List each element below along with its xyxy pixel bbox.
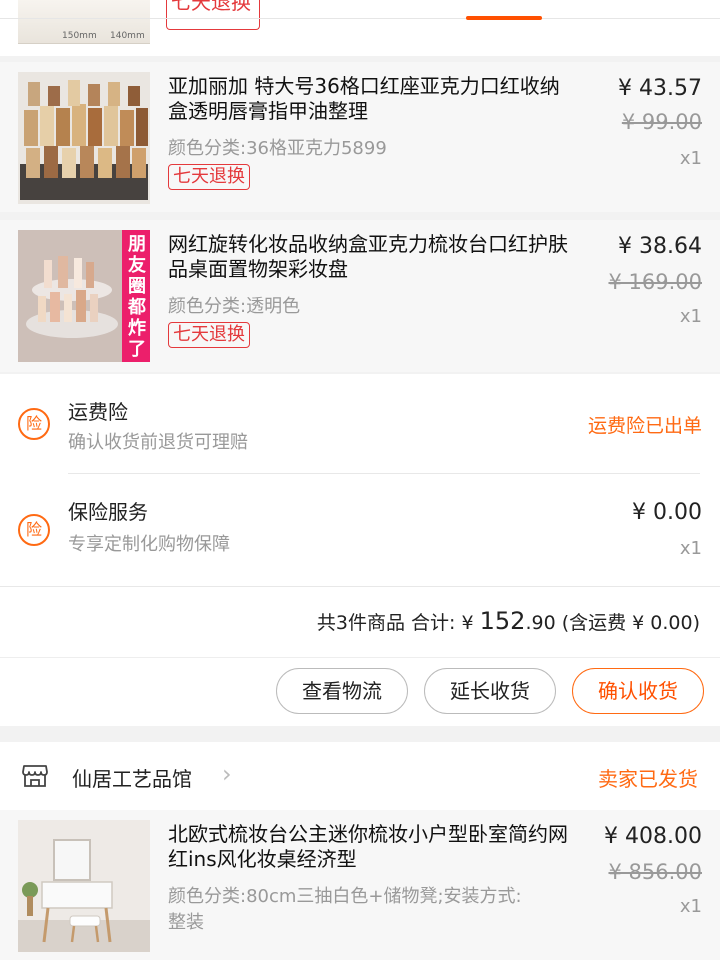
seven-day-return-tag: 七天退换 [168,164,250,190]
product-spec: 整装 [168,912,204,933]
insurance-service-subtitle: 专享定制化购物保障 [68,534,230,555]
extend-receipt-button[interactable]: 延长收货 [424,668,556,714]
tab-divider [0,18,720,19]
product-price: ¥ 408.00 [604,824,702,849]
product-quantity: x1 [679,148,702,169]
product-spec: 颜色分类:36格亚克力5899 [168,138,387,159]
product-title[interactable]: 北欧式梳妆台公主迷你梳妆小户型卧室简约网红ins风化妆桌经济型 [168,822,578,872]
product-original-price: ¥ 169.00 [608,270,702,294]
total-integer: 152 [479,607,526,635]
divider [68,473,700,474]
product-title[interactable]: 网红旋转化妆品收纳盒亚克力梳妆台口红护肤品桌面置物架彩妆盘 [168,232,578,282]
order-total: 共3件商品 合计: ¥ 152.90 (含运费 ¥ 0.00) [317,607,700,635]
previous-item-strip: 150mm 140mm 七天退换 [0,0,720,56]
insurance-icon: 险 [18,514,50,546]
summary-count-label: 共3件商品 合计: ¥ [316,612,480,634]
store-icon [22,765,48,787]
insurance-quantity: x1 [679,538,702,559]
store-header[interactable]: 仙居工艺品馆 › 卖家已发货 [0,742,720,810]
active-tab-indicator [466,16,542,20]
product-thumbnail-partial[interactable]: 150mm 140mm [18,0,150,44]
product-quantity: x1 [679,896,702,917]
shipping-fee: (含运费 ¥ 0.00) [555,612,700,634]
order-item[interactable]: 亚加丽加 特大号36格口红座亚克力口红收纳盒透明唇膏指甲油整理 颜色分类:36格… [0,62,720,212]
insurance-icon: 险 [18,408,50,440]
shipping-insurance-status[interactable]: 运费险已出单 [588,411,702,438]
product-price: ¥ 38.64 [618,234,702,259]
image-banner-text: 朋友圈都炸了 [128,234,146,360]
order-item[interactable]: 朋友圈都炸了 网红旋转化妆品收纳盒亚克力梳妆台口红护肤品桌面置物架彩妆盘 颜色分… [0,220,720,372]
view-logistics-button[interactable]: 查看物流 [276,668,408,714]
services-section: 险 运费险 确认收货前退货可理赔 运费险已出单 险 保险服务 专享定制化购物保障… [0,374,720,586]
order-item[interactable]: 北欧式梳妆台公主迷你梳妆小户型卧室简约网红ins风化妆桌经济型 颜色分类:80c… [0,810,720,960]
dimension-label: 140mm [110,31,145,41]
divider [0,657,720,658]
product-spec: 颜色分类:透明色 [168,296,301,317]
product-image[interactable] [18,820,150,952]
product-original-price: ¥ 856.00 [608,860,702,884]
order-status: 卖家已发货 [598,767,698,791]
product-quantity: x1 [679,306,702,327]
seven-day-return-tag: 七天退换 [168,322,250,348]
product-price: ¥ 43.57 [618,76,702,101]
shipping-insurance-title[interactable]: 运费险 [68,396,128,425]
chevron-right-icon[interactable]: › [222,760,232,788]
product-original-price: ¥ 99.00 [621,110,702,134]
insurance-price: ¥ 0.00 [632,500,702,525]
dimension-label: 150mm [62,31,97,41]
product-spec: 颜色分类:80cm三抽白色+储物凳;安装方式: [168,886,522,907]
product-image[interactable] [18,72,150,204]
total-decimal: .90 [525,612,556,634]
insurance-service-title[interactable]: 保险服务 [68,496,148,525]
store-name[interactable]: 仙居工艺品馆 [72,763,192,792]
order-summary: 共3件商品 合计: ¥ 152.90 (含运费 ¥ 0.00) 查看物流 延长收… [0,586,720,726]
confirm-receipt-button[interactable]: 确认收货 [572,668,704,714]
product-image[interactable]: 朋友圈都炸了 [18,230,150,362]
product-title[interactable]: 亚加丽加 特大号36格口红座亚克力口红收纳盒透明唇膏指甲油整理 [168,74,578,124]
return-tag-partial: 七天退换 [166,0,260,30]
shipping-insurance-subtitle: 确认收货前退货可理赔 [68,432,248,453]
